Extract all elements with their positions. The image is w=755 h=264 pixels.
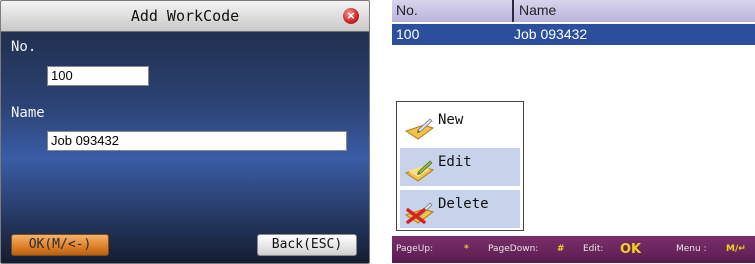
menu-hint: Menu : xyxy=(676,244,707,254)
dialog-body: Add WorkCode × No. 100 Name Job 093432 O… xyxy=(0,0,370,264)
close-icon[interactable]: × xyxy=(343,8,359,24)
name-field[interactable]: Job 093432 xyxy=(47,131,347,151)
ok-button[interactable]: OK(M/<-) xyxy=(11,234,109,256)
pagedown-key: # xyxy=(557,244,565,254)
no-field[interactable]: 100 xyxy=(47,66,149,86)
back-button[interactable]: Back(ESC) xyxy=(257,234,357,256)
new-icon xyxy=(404,118,434,140)
menu-item-delete[interactable]: Delete xyxy=(400,190,520,228)
menu-item-edit[interactable]: Edit xyxy=(400,148,520,186)
menu-item-label: New xyxy=(438,112,464,128)
column-header-name[interactable]: Name xyxy=(519,2,556,18)
edit-icon xyxy=(404,160,434,182)
menu-item-label: Delete xyxy=(438,196,489,212)
delete-icon xyxy=(404,202,434,224)
edit-key: OK xyxy=(620,242,642,257)
row-no-cell: 100 xyxy=(396,26,420,42)
column-divider xyxy=(512,0,514,22)
workcode-list-panel: No. Name 100 Job 093432 New Edit Delete … xyxy=(392,0,755,263)
table-row[interactable]: 100 Job 093432 xyxy=(392,24,755,45)
context-menu: New Edit Delete xyxy=(396,101,524,231)
name-label: Name xyxy=(11,105,45,121)
dialog-title: Add WorkCode xyxy=(1,1,369,32)
pageup-key: * xyxy=(464,244,469,254)
key-hint-bar: PageUp: * PageDown: # Edit: OK Menu : M/… xyxy=(392,236,755,263)
pageup-hint: PageUp: xyxy=(396,244,434,254)
no-label: No. xyxy=(11,39,37,55)
row-name-cell: Job 093432 xyxy=(514,26,588,42)
add-workcode-dialog: Add WorkCode × No. 100 Name Job 093432 O… xyxy=(0,0,372,264)
column-header-no[interactable]: No. xyxy=(396,2,418,18)
edit-hint: Edit: xyxy=(583,244,604,254)
menu-item-new[interactable]: New xyxy=(400,106,520,144)
menu-item-label: Edit xyxy=(438,154,472,170)
table-header: No. Name xyxy=(392,0,755,22)
pagedown-hint: PageDown: xyxy=(488,244,539,254)
menu-key: M/↵ xyxy=(726,244,746,254)
